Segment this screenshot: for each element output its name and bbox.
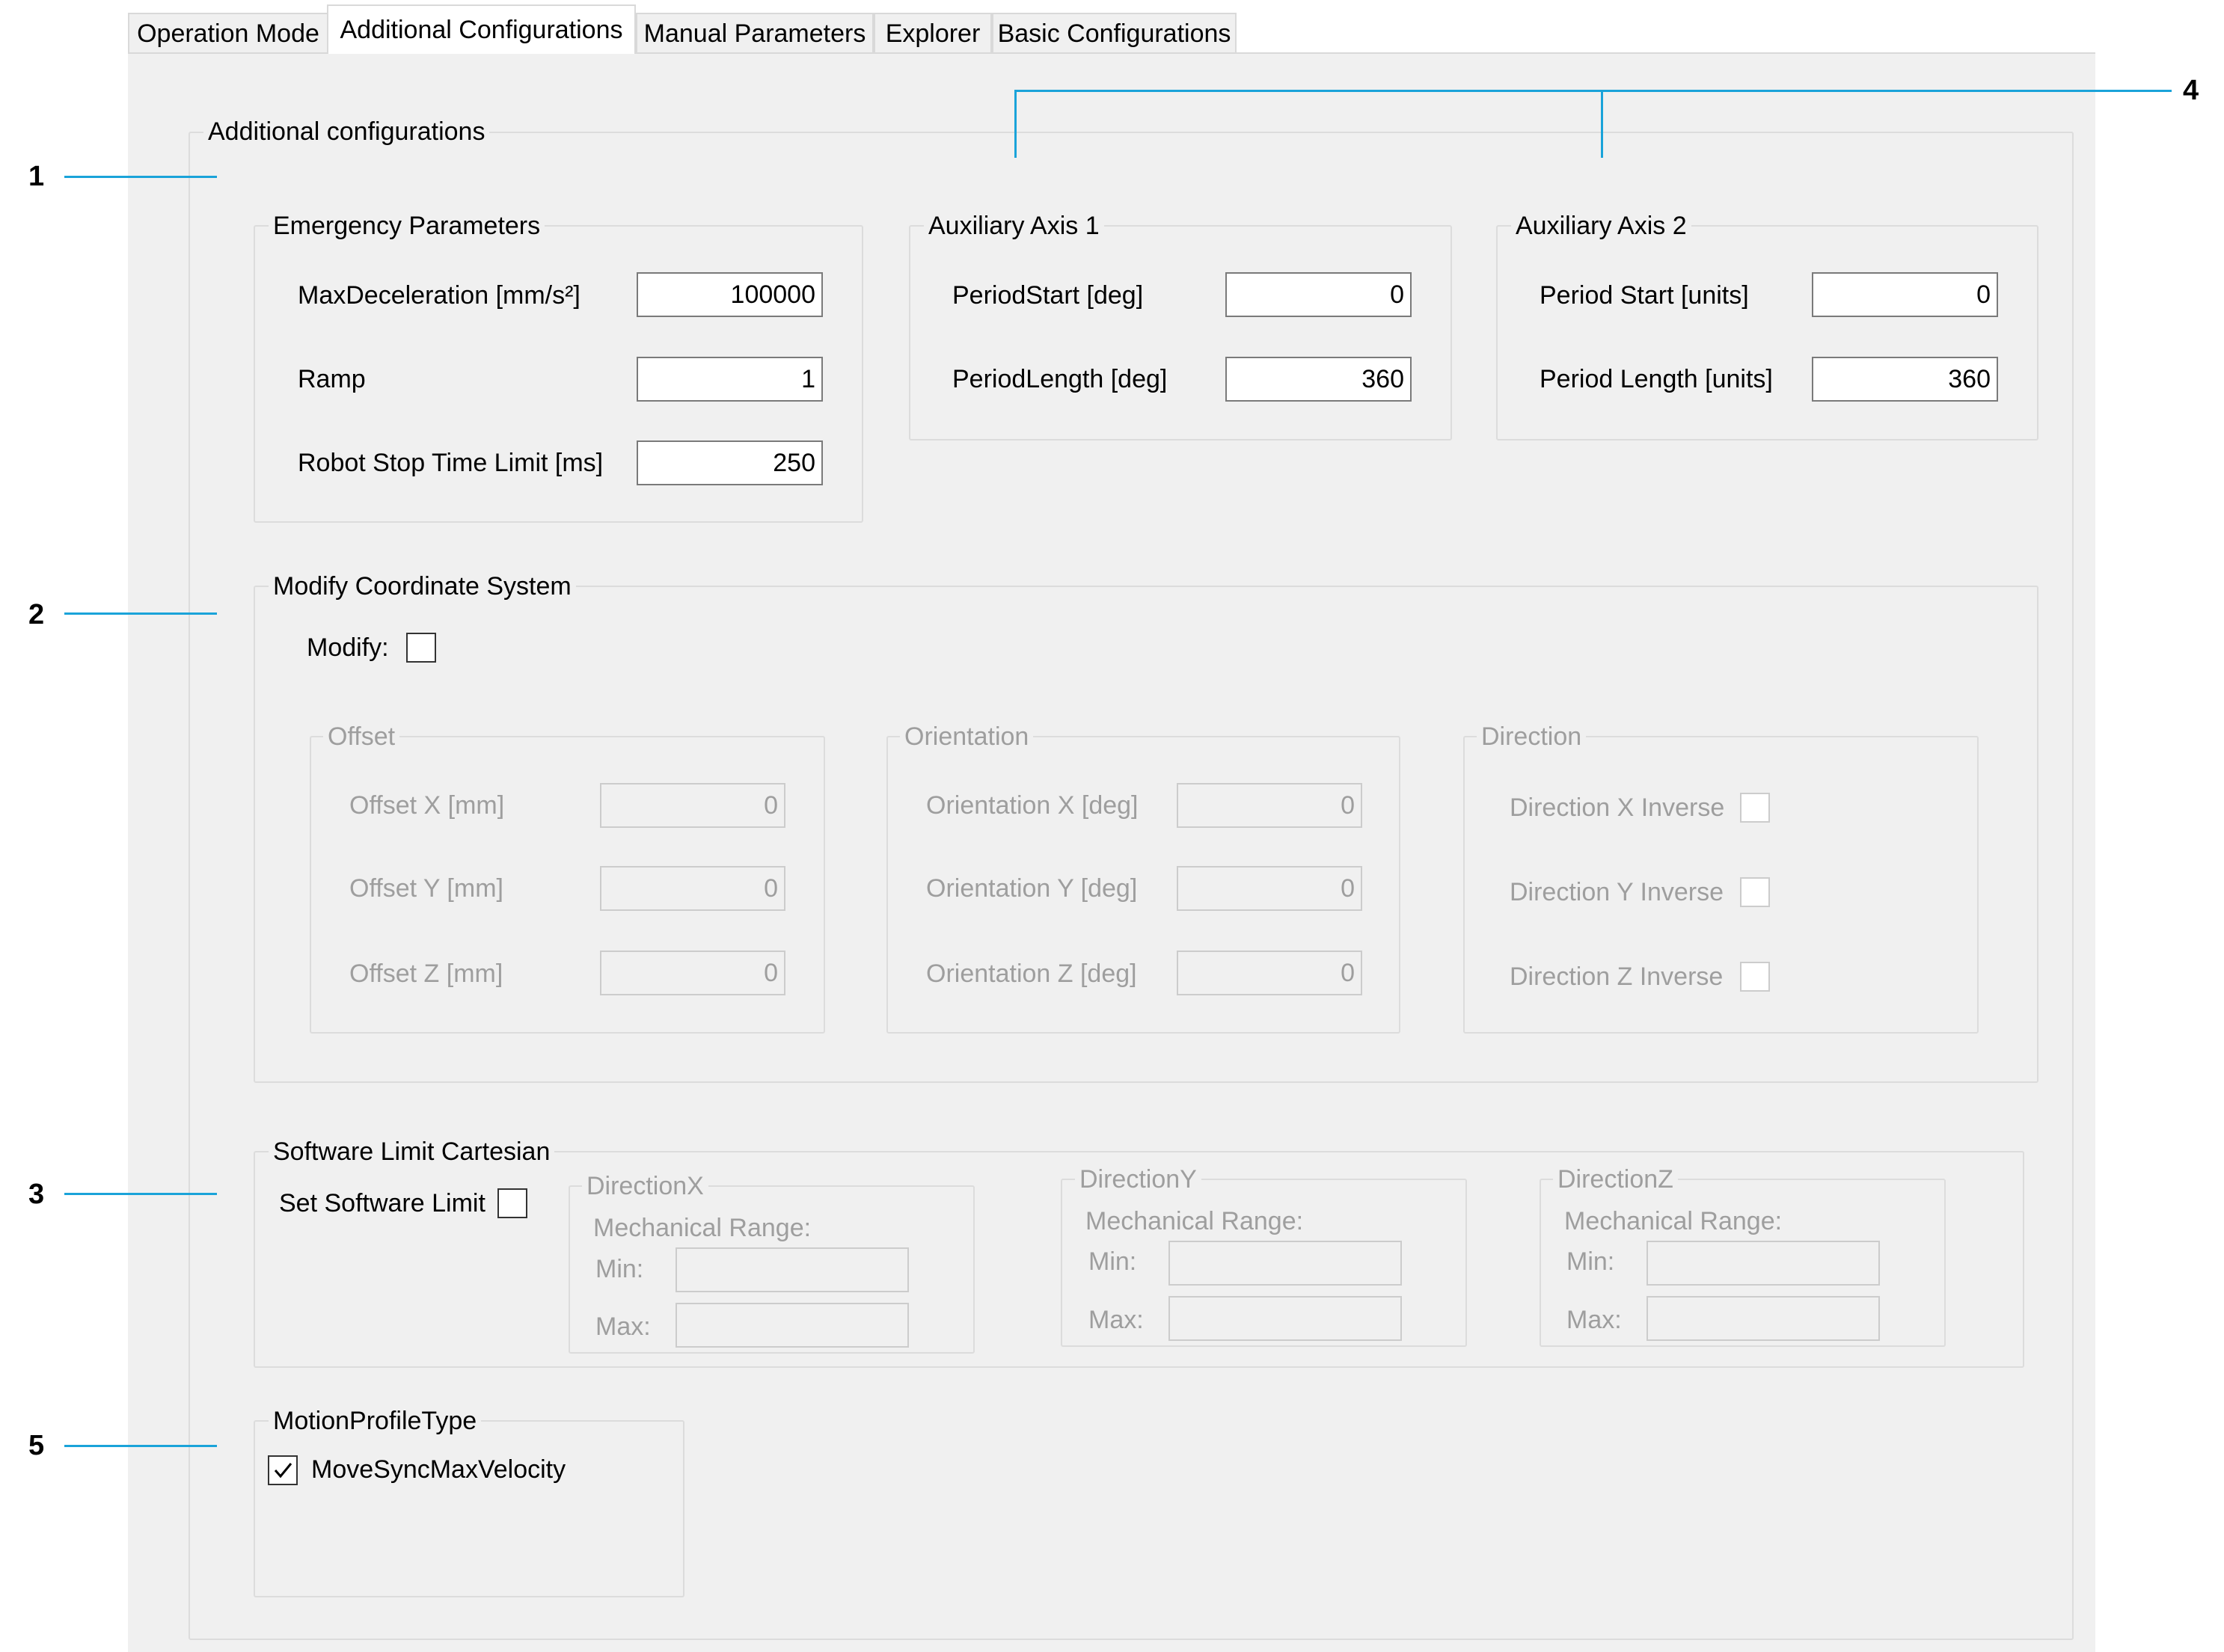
checkmark-icon: [274, 1463, 292, 1478]
direction-y-inverse-checkbox[interactable]: [1740, 877, 1770, 907]
direction-title: Direction: [1477, 722, 1587, 752]
modify-coordinate-system-title: Modify Coordinate System: [269, 571, 576, 601]
direction-x-min-input[interactable]: [676, 1247, 909, 1292]
direction-y-min-input[interactable]: [1168, 1241, 1402, 1286]
aux1-period-start-input[interactable]: [1225, 272, 1412, 317]
aux1-period-start-label: PeriodStart [deg]: [952, 281, 1144, 310]
aux2-period-length-input[interactable]: [1812, 357, 1998, 402]
auxiliary-axis-1-group: [909, 225, 1452, 440]
aux2-period-length-label: Period Length [units]: [1540, 365, 1773, 393]
direction-y-inverse-label: Direction Y Inverse: [1510, 878, 1724, 906]
callout-number-4: 4: [2183, 75, 2199, 106]
direction-y-max-label: Max:: [1088, 1306, 1144, 1334]
auxiliary-axis-1-title: Auxiliary Axis 1: [924, 211, 1104, 241]
offset-y-input[interactable]: [600, 866, 785, 911]
ramp-label: Ramp: [298, 365, 366, 393]
aux2-period-start-label: Period Start [units]: [1540, 281, 1749, 310]
orientation-x-label: Orientation X [deg]: [926, 791, 1139, 820]
modify-checkbox[interactable]: [406, 633, 436, 663]
direction-y-mechanical-range-label: Mechanical Range:: [1085, 1207, 1304, 1235]
orientation-title: Orientation: [900, 722, 1034, 752]
auxiliary-axis-2-group: [1496, 225, 2038, 440]
software-limit-direction-y-title: DirectionY: [1075, 1164, 1201, 1194]
aux1-period-length-input[interactable]: [1225, 357, 1412, 402]
orientation-z-input[interactable]: [1177, 951, 1362, 995]
modify-label: Modify:: [307, 633, 389, 662]
software-limit-direction-z-title: DirectionZ: [1553, 1164, 1678, 1194]
set-software-limit-checkbox[interactable]: [497, 1188, 527, 1218]
direction-z-inverse-label: Direction Z Inverse: [1510, 962, 1724, 991]
aux2-period-start-input[interactable]: [1812, 272, 1998, 317]
direction-y-max-input[interactable]: [1168, 1296, 1402, 1341]
additional-configurations-title: Additional configurations: [203, 117, 490, 147]
orientation-x-input[interactable]: [1177, 783, 1362, 828]
direction-x-max-label: Max:: [595, 1312, 651, 1341]
motion-profile-type-group: [254, 1420, 684, 1597]
software-limit-cartesian-title: Software Limit Cartesian: [269, 1137, 555, 1167]
direction-z-min-label: Min:: [1566, 1247, 1615, 1276]
callout-number-1: 1: [28, 161, 45, 192]
software-limit-direction-x-title: DirectionX: [582, 1171, 708, 1201]
direction-z-mechanical-range-label: Mechanical Range:: [1564, 1207, 1783, 1235]
robot-stop-time-limit-label: Robot Stop Time Limit [ms]: [298, 449, 604, 477]
callout-line-3: [64, 1193, 217, 1195]
offset-y-label: Offset Y [mm]: [349, 874, 503, 903]
callout-line-1: [64, 176, 217, 178]
direction-z-max-label: Max:: [1566, 1306, 1622, 1334]
callout-line-5: [64, 1445, 217, 1447]
offset-x-input[interactable]: [600, 783, 785, 828]
offset-x-label: Offset X [mm]: [349, 791, 505, 820]
move-sync-max-velocity-label: MoveSyncMaxVelocity: [311, 1455, 566, 1484]
direction-z-max-input[interactable]: [1646, 1296, 1880, 1341]
direction-x-inverse-checkbox[interactable]: [1740, 793, 1770, 823]
callout-line-4: [1014, 90, 2172, 92]
callout-line-4-branch-aux1: [1014, 90, 1017, 158]
motion-profile-type-title: MotionProfileType: [269, 1406, 482, 1436]
callout-number-5: 5: [28, 1430, 45, 1461]
set-software-limit-label: Set Software Limit: [279, 1189, 485, 1217]
max-deceleration-input[interactable]: [637, 272, 823, 317]
direction-x-mechanical-range-label: Mechanical Range:: [593, 1214, 812, 1242]
direction-x-min-label: Min:: [595, 1255, 644, 1283]
callout-number-3: 3: [28, 1179, 45, 1210]
auxiliary-axis-2-title: Auxiliary Axis 2: [1511, 211, 1691, 241]
direction-x-max-input[interactable]: [676, 1303, 909, 1348]
move-sync-max-velocity-checkbox[interactable]: [268, 1455, 298, 1485]
direction-x-inverse-label: Direction X Inverse: [1510, 793, 1725, 822]
orientation-y-label: Orientation Y [deg]: [926, 874, 1138, 903]
callout-line-4-branch-aux2: [1601, 90, 1603, 158]
offset-title: Offset: [323, 722, 400, 752]
orientation-z-label: Orientation Z [deg]: [926, 959, 1137, 988]
tab-basic-configurations[interactable]: Basic Configurations: [992, 13, 1237, 52]
aux1-period-length-label: PeriodLength [deg]: [952, 365, 1168, 393]
callout-line-2: [64, 612, 217, 615]
tab-operation-mode[interactable]: Operation Mode: [128, 13, 328, 52]
callout-number-2: 2: [28, 599, 45, 630]
orientation-y-input[interactable]: [1177, 866, 1362, 911]
ramp-input[interactable]: [637, 357, 823, 402]
direction-z-inverse-checkbox[interactable]: [1740, 962, 1770, 992]
emergency-parameters-title: Emergency Parameters: [269, 211, 545, 241]
direction-z-min-input[interactable]: [1646, 1241, 1880, 1286]
offset-z-label: Offset Z [mm]: [349, 959, 503, 988]
tab-additional-configurations[interactable]: Additional Configurations: [327, 4, 636, 54]
max-deceleration-label: MaxDeceleration [mm/s²]: [298, 281, 580, 310]
tab-explorer[interactable]: Explorer: [874, 13, 992, 52]
direction-y-min-label: Min:: [1088, 1247, 1137, 1276]
tab-manual-parameters[interactable]: Manual Parameters: [636, 13, 874, 52]
robot-stop-time-limit-input[interactable]: [637, 440, 823, 485]
offset-z-input[interactable]: [600, 951, 785, 995]
